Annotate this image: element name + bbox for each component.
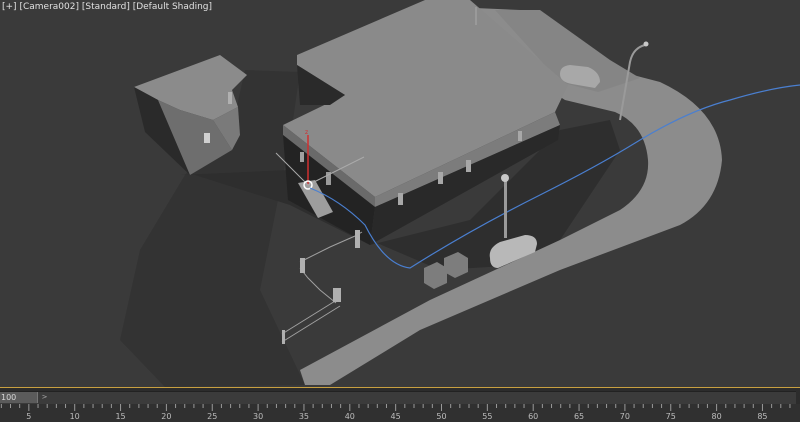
ruler-tick-label: 15 — [115, 412, 126, 421]
ruler-tick-label: 5 — [26, 412, 32, 421]
timeline: 100 > 5 10 15 20 25 30 35 40 45 50 55 60 65 70 75 80 85 — [0, 387, 800, 422]
ruler-tick-label: 25 — [207, 412, 218, 421]
ruler-tick-label: 70 — [619, 412, 630, 421]
ruler-tick-label: 10 — [69, 412, 80, 421]
ruler-tick-label: 45 — [390, 412, 401, 421]
ruler-tick-label: 65 — [573, 412, 585, 421]
ruler-tick-label: 50 — [436, 412, 447, 421]
scene-canvas[interactable]: z — [0, 0, 800, 387]
ruler-tick-label: 20 — [161, 412, 172, 421]
fence — [281, 231, 363, 343]
ruler-tick-label: 55 — [482, 412, 493, 421]
ruler-tick-label: 80 — [711, 412, 722, 421]
ruler-tick-label: 35 — [298, 412, 310, 421]
viewport-general-menu[interactable]: [+] — [2, 2, 17, 12]
time-slider-thumb[interactable]: 100 — [0, 392, 38, 403]
ruler-tick-label: 85 — [757, 412, 768, 421]
ruler-tick-label: 40 — [344, 412, 355, 421]
building-window — [300, 152, 304, 162]
roof-antenna — [475, 7, 477, 25]
building-window — [518, 131, 522, 141]
viewport-point-of-view-menu[interactable]: [Camera002] — [19, 2, 79, 12]
building-window — [438, 172, 443, 184]
track-bar-ruler[interactable]: 5 10 15 20 25 30 35 40 45 50 55 60 65 70 75 80 85 — [0, 404, 800, 422]
dumpster — [424, 262, 447, 289]
next-frame-button[interactable]: > — [40, 393, 49, 402]
street-lamp-pole — [504, 180, 507, 238]
ruler-ticks — [0, 404, 791, 411]
ruler-tick-label: 75 — [665, 412, 676, 421]
viewport-label: [+] [Camera002] [Standard] [Default Shad… — [2, 2, 212, 12]
gizmo-z-label: z — [305, 129, 308, 136]
ruler-tick-label: 30 — [253, 412, 264, 421]
street-lamp-head — [643, 41, 649, 47]
building-window — [466, 160, 471, 172]
viewport-shading-menu[interactable]: [Default Shading] — [133, 2, 212, 12]
ruler-tick-label: 60 — [528, 412, 539, 421]
viewport-standard-menu[interactable]: [Standard] — [82, 2, 130, 12]
time-slider[interactable]: 100 > — [0, 391, 796, 405]
building-window — [398, 193, 403, 205]
shed-window-2 — [228, 92, 232, 104]
viewport[interactable]: z [+] [Camera002] [Standard] [Default Sh… — [0, 0, 800, 387]
shed-window — [204, 133, 210, 143]
street-lamp-head — [501, 174, 509, 182]
